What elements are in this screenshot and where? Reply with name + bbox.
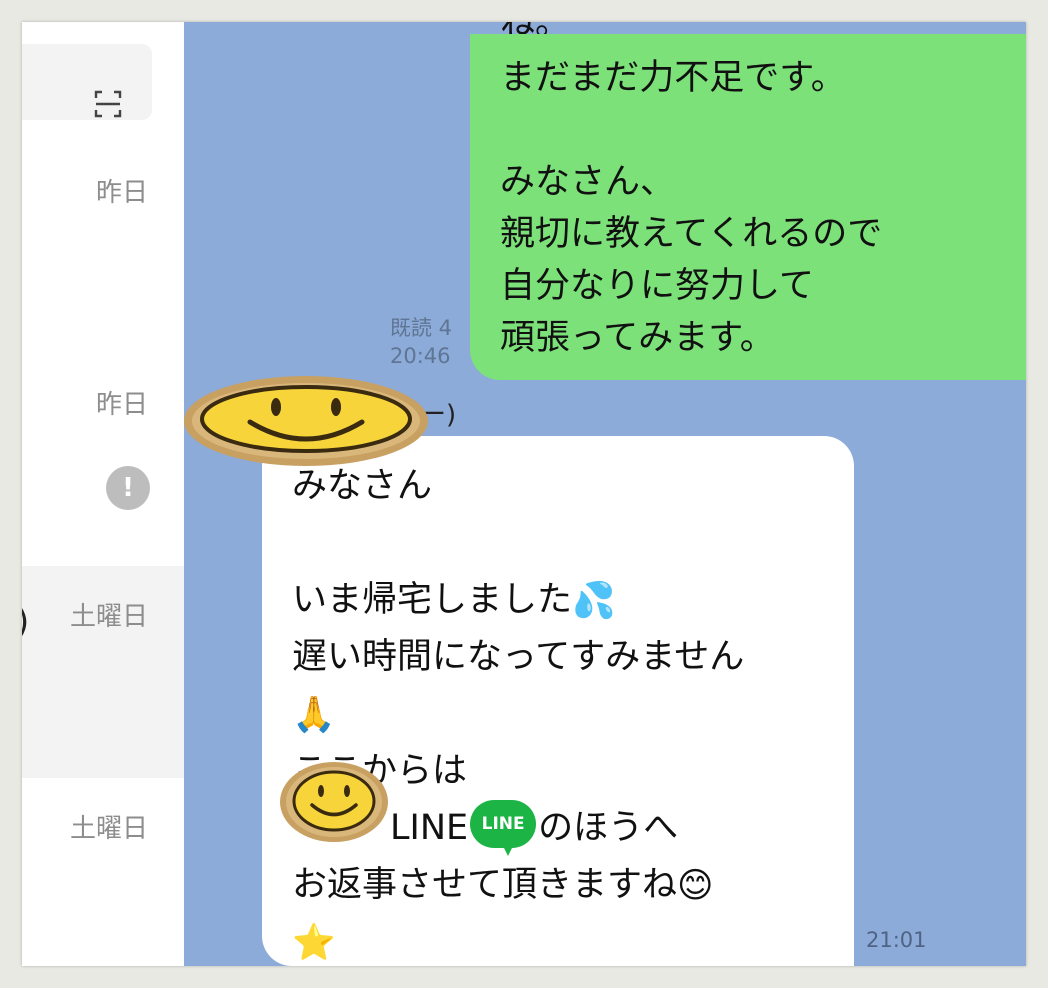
message-line: 自分なりに努力して xyxy=(500,266,814,306)
chat-item-edge-glyph: › xyxy=(22,228,23,249)
folded-hands-icon: 🙏 xyxy=(292,694,336,735)
message-line: 遅い時間になってすみません xyxy=(292,637,745,677)
scan-button[interactable] xyxy=(22,44,152,120)
message-line: まだまだ力不足です。 xyxy=(500,58,846,98)
message-time: 20:46 xyxy=(390,344,451,368)
message-line-text: お返事させて頂きますね xyxy=(292,865,678,905)
message-line: ⭐ xyxy=(292,914,744,966)
message-line-blank xyxy=(292,515,744,572)
star-icon: ⭐ xyxy=(292,922,336,963)
warning-icon: ! xyxy=(106,466,150,510)
sweat-drops-icon: 💦 xyxy=(572,580,616,621)
message-line: 🙏 xyxy=(292,686,744,743)
read-receipt: 既読 4 xyxy=(390,316,453,340)
line-logo-icon: LINE xyxy=(470,800,537,858)
chat-list-sidebar: 昨日 › 昨日 ! 土曜日 ) 土曜日 xyxy=(22,22,184,966)
message-line: お返事させて頂きますね😊 xyxy=(292,857,744,914)
message-line xyxy=(500,104,882,156)
chat-list-item-selected[interactable]: 土曜日 ) xyxy=(22,566,184,778)
chat-item-date: 土曜日 xyxy=(69,814,148,844)
message-line-text: いま帰宅しました xyxy=(292,580,573,620)
chat-item-edge-glyph: ) xyxy=(22,602,29,642)
message-line-text: のほうへ xyxy=(538,808,679,848)
message-line: 頑張ってみます。 xyxy=(500,318,775,358)
chat-item-date: 昨日 xyxy=(95,178,148,208)
smiley-sticker-small xyxy=(280,762,388,842)
incoming-message-bubble[interactable]: みなさん いま帰宅しました💦 遅い時間になってすみません 🙏 ここからは LIN… xyxy=(262,436,854,966)
message-line: いま帰宅しました💦 xyxy=(292,572,744,629)
qr-scan-icon xyxy=(94,90,122,118)
smiley-sticker xyxy=(184,376,428,466)
chat-area: ね。 まだまだ力不足です。 みなさん、 親切に教えてくれるので 自分なりに努力し… xyxy=(184,22,1026,966)
screenshot-frame: 昨日 › 昨日 ! 土曜日 ) 土曜日 ね。 まだまだ力不足です。 みなさん、 … xyxy=(22,22,1026,966)
chat-item-date: 土曜日 xyxy=(69,602,148,632)
message-time: 21:01 xyxy=(866,928,927,952)
outgoing-message-bubble[interactable]: まだまだ力不足です。 みなさん、 親切に教えてくれるので 自分なりに努力して 頑… xyxy=(470,34,1026,380)
message-line-text: LINE xyxy=(390,808,469,848)
message-line: みなさん、 xyxy=(500,162,676,202)
message-line: 親切に教えてくれるので xyxy=(500,214,883,254)
smiling-face-icon: 😊 xyxy=(677,865,714,906)
chat-item-date: 昨日 xyxy=(95,390,148,420)
